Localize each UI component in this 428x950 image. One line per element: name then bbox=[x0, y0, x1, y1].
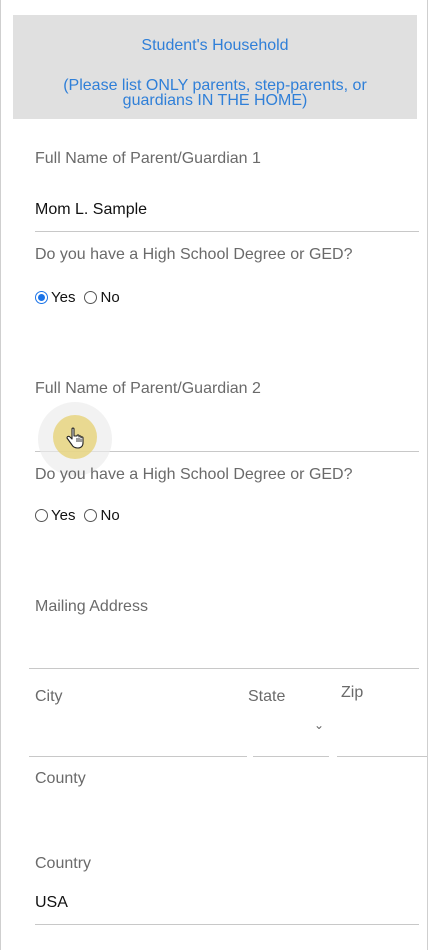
mailing-address-underline bbox=[29, 668, 419, 669]
country-underline bbox=[35, 924, 419, 925]
parent2-degree-options: Yes No bbox=[35, 507, 129, 524]
parent1-name-label: Full Name of Parent/Guardian 1 bbox=[35, 150, 261, 167]
chevron-down-icon[interactable]: ⌄ bbox=[314, 718, 324, 732]
city-label: City bbox=[35, 688, 63, 705]
parent2-degree-question: Do you have a High School Degree or GED? bbox=[35, 466, 353, 483]
cursor-highlight bbox=[38, 402, 112, 476]
mailing-address-label: Mailing Address bbox=[35, 598, 148, 615]
parent2-no-radio[interactable] bbox=[84, 509, 98, 522]
parent1-name-input[interactable]: Mom L. Sample bbox=[35, 201, 147, 219]
parent2-name-label: Full Name of Parent/Guardian 2 bbox=[35, 380, 261, 397]
household-form: Student's Household (Please list ONLY pa… bbox=[0, 0, 428, 950]
parent1-degree-question: Do you have a High School Degree or GED? bbox=[35, 246, 353, 263]
parent1-degree-options: Yes No bbox=[35, 289, 129, 306]
parent2-yes-label[interactable]: Yes bbox=[51, 507, 75, 524]
state-select-underline[interactable] bbox=[253, 756, 329, 757]
parent1-no-label[interactable]: No bbox=[100, 289, 119, 306]
state-label: State bbox=[248, 688, 286, 705]
household-subtitle-line2: guardians IN THE HOME) bbox=[122, 92, 308, 109]
parent2-no-label[interactable]: No bbox=[100, 507, 119, 524]
parent1-yes-radio[interactable] bbox=[35, 291, 48, 304]
hand-pointer-icon bbox=[66, 427, 84, 449]
household-title: Student's Household bbox=[141, 37, 289, 54]
county-label: County bbox=[35, 770, 86, 787]
country-label: Country bbox=[35, 855, 92, 872]
parent1-no-radio[interactable] bbox=[84, 291, 98, 304]
household-header: Student's Household (Please list ONLY pa… bbox=[13, 15, 417, 119]
cursor-highlight-inner bbox=[53, 415, 97, 459]
parent1-yes-label[interactable]: Yes bbox=[51, 289, 75, 306]
zip-underline[interactable] bbox=[337, 756, 427, 757]
city-underline[interactable] bbox=[29, 756, 247, 757]
parent2-yes-radio[interactable] bbox=[35, 509, 48, 522]
parent1-name-underline bbox=[35, 231, 419, 232]
zip-label: Zip bbox=[341, 684, 364, 701]
household-subtitle-line1: (Please list ONLY parents, step-parents,… bbox=[63, 77, 367, 94]
country-input[interactable]: USA bbox=[35, 894, 68, 912]
household-subtitle: (Please list ONLY parents, step-parents,… bbox=[13, 77, 417, 109]
